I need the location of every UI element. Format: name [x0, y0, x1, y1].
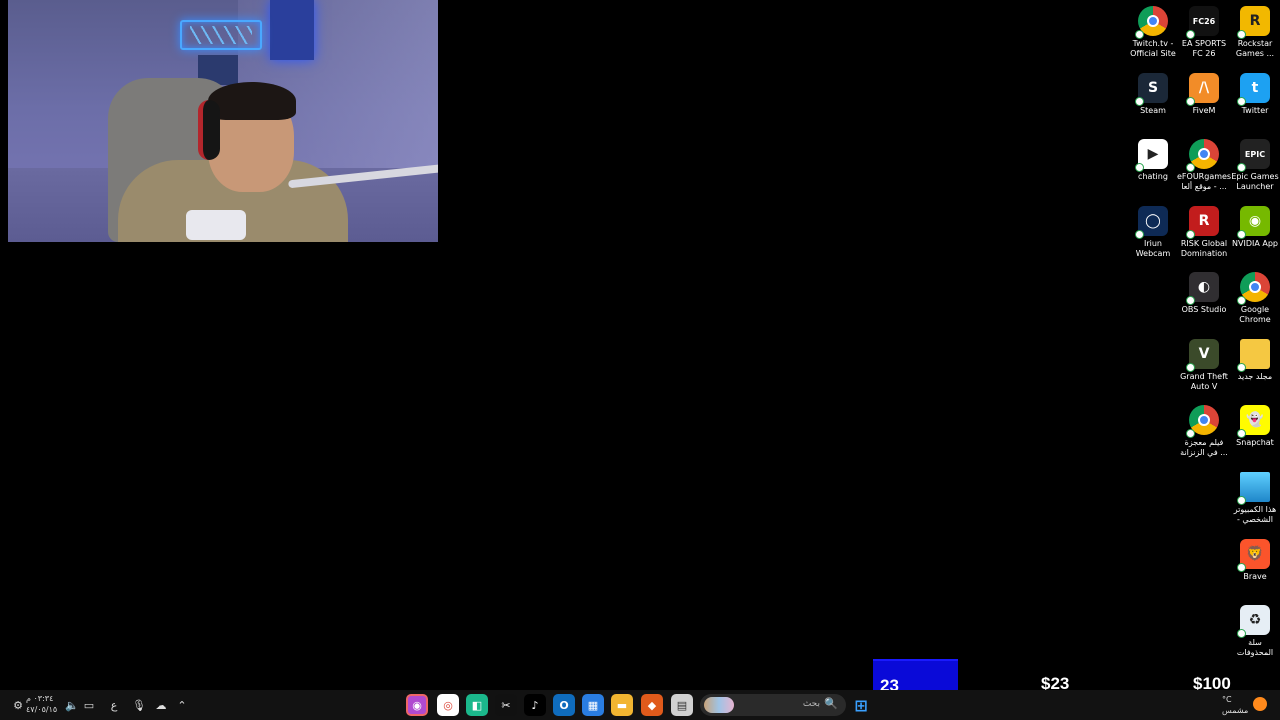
desktop-icon-label: eFOURgames موقع ألعا - ... — [1177, 172, 1232, 191]
weather-text: مشمس — [1222, 706, 1249, 715]
desktop-icon-snapchat[interactable]: 👻 Snapchat — [1228, 405, 1280, 448]
desktop-icon-label: Snapchat — [1236, 438, 1274, 447]
desktop-icon-label: فيلم معجزة في الزنزانة ... — [1180, 438, 1228, 457]
search-icon: 🔍 — [824, 697, 838, 710]
desktop-icon-iriun[interactable]: ◯ Iriun Webcam — [1126, 206, 1180, 259]
steam-icon: S — [1135, 73, 1168, 106]
desktop-icon-thispc[interactable]: هذا الكمبيوتر - الشخصي — [1228, 472, 1280, 525]
discord-taskbar-icon[interactable]: ◉ — [406, 694, 428, 716]
search-box[interactable]: بحث 🔍 — [700, 694, 846, 716]
gta-icon: V — [1186, 339, 1219, 372]
folder-icon — [1237, 339, 1270, 372]
weather-widget[interactable]: °C مشمس — [1222, 694, 1248, 716]
monitor-icon — [1237, 472, 1270, 505]
desktop-icon-newfolder[interactable]: مجلد جديد — [1228, 339, 1280, 382]
desktop-icon-risk[interactable]: R RISK Global Domination — [1177, 206, 1231, 259]
microphone-icon[interactable]: 🎙 — [129, 695, 149, 715]
desktop-icon-label: Twitch.tv - Official Site — [1130, 39, 1176, 58]
desktop-icon-rockstar[interactable]: R Rockstar Games ... — [1228, 6, 1280, 59]
clock-time: ٠٣:٣٤ م — [26, 694, 54, 703]
desktop-icon-label: Grand Theft Auto V — [1180, 372, 1228, 391]
store-taskbar-icon[interactable]: ▦ — [582, 694, 604, 716]
neon-sign — [180, 20, 262, 50]
desktop-icon-nvidia[interactable]: ◉ NVIDIA App — [1228, 206, 1280, 249]
desktop-icon-label: مجلد جديد — [1237, 372, 1273, 381]
capcut-taskbar-icon[interactable]: ✂ — [495, 694, 517, 716]
app-taskbar-icon[interactable]: ◧ — [466, 694, 488, 716]
recycle-bin-icon: ♻ — [1237, 605, 1270, 638]
desktop-icons: Twitch.tv - Official Site FC26 EA SPORTS F… — [1120, 0, 1280, 670]
desktop-icon-label: Rockstar Games ... — [1235, 39, 1275, 58]
outlook-taskbar-icon[interactable]: O — [553, 694, 575, 716]
desktop-icon-steam[interactable]: S Steam — [1126, 73, 1180, 116]
desktop-icon-label: سلة المحذوفات — [1236, 638, 1274, 657]
tiktok-taskbar-icon[interactable]: ♪ — [524, 694, 546, 716]
taskbar: ⚙ ٠٣:٣٤ م ٤٧/٠٥/١٥ 🔈 ▭ ع 🎙 ☁ ⌃ ◉ ◎ ◧ ✂ ♪… — [0, 690, 1280, 720]
desktop-icon-film[interactable]: فيلم معجزة في الزنزانة ... — [1177, 405, 1231, 458]
language-indicator[interactable]: ع — [104, 695, 124, 715]
fc26-icon: FC26 — [1186, 6, 1219, 39]
taskview-taskbar-icon[interactable]: ▤ — [671, 694, 693, 716]
desktop-icon-fivem[interactable]: /\ FiveM — [1177, 73, 1231, 116]
desktop-icon-label: NVIDIA App — [1232, 239, 1278, 248]
desktop-icon-label: chating — [1138, 172, 1168, 181]
obs-icon: ◐ — [1186, 272, 1219, 305]
webcam-overlay — [8, 0, 438, 242]
chrome-shortcut-icon — [1135, 6, 1168, 39]
desktop-icon-label: RISK Global Domination — [1180, 239, 1228, 258]
desktop-icon-fc26[interactable]: FC26 EA SPORTS FC 26 — [1177, 6, 1231, 59]
start-button[interactable]: ⊞ — [850, 694, 872, 716]
desktop-icon-chrome[interactable]: Google Chrome — [1228, 272, 1280, 325]
desktop-icon-label: OBS Studio — [1181, 305, 1227, 314]
desktop-icon-label: Epic Games Launcher — [1231, 172, 1279, 191]
notification-icon[interactable]: ▭ — [79, 695, 99, 715]
desktop-icon-label: Iriun Webcam — [1135, 239, 1171, 258]
desktop-icon-label: Brave — [1243, 572, 1267, 581]
desktop-icon-gta[interactable]: V Grand Theft Auto V — [1177, 339, 1231, 392]
chevron-up-icon[interactable]: ⌃ — [172, 695, 192, 715]
search-highlight-icon — [704, 697, 734, 713]
desktop-icon-label: Twitter — [1241, 106, 1269, 115]
desktop-icon-obs[interactable]: ◐ OBS Studio — [1177, 272, 1231, 315]
fivem-icon: /\ — [1186, 73, 1219, 106]
onedrive-icon[interactable]: ☁ — [151, 695, 171, 715]
twitter-icon: t — [1237, 73, 1270, 106]
desktop-icon-epic[interactable]: EPIC Epic Games Launcher — [1228, 139, 1280, 192]
desktop-icon-label: Google Chrome — [1239, 305, 1271, 324]
wall-banner — [270, 0, 314, 60]
chrome-icon — [1237, 272, 1270, 305]
weather-temp: °C — [1222, 695, 1232, 704]
desktop-icon-label: FiveM — [1192, 106, 1216, 115]
explorer-taskbar-icon[interactable]: ▬ — [611, 694, 633, 716]
clock[interactable]: ٠٣:٣٤ م ٤٧/٠٥/١٥ — [26, 693, 57, 715]
desktop-icon-label: EA SPORTS FC 26 — [1181, 39, 1227, 58]
chrome-shortcut-icon — [1186, 139, 1219, 172]
chrome-shortcut-icon — [1186, 405, 1219, 438]
desktop-icon-recycle[interactable]: ♻ سلة المحذوفات — [1228, 605, 1280, 658]
desktop-icon-efour[interactable]: eFOURgames موقع ألعا - ... — [1177, 139, 1231, 192]
desktop-icon-twitch[interactable]: Twitch.tv - Official Site — [1126, 6, 1180, 59]
brave-taskbar-icon[interactable]: ◆ — [641, 694, 663, 716]
desktop-icon-label: Steam — [1140, 106, 1166, 115]
chrome-taskbar-icon[interactable]: ◎ — [437, 694, 459, 716]
snapchat-icon: 👻 — [1237, 405, 1270, 438]
sun-icon — [1253, 697, 1267, 711]
settings-tray-icon[interactable]: ⚙ — [8, 695, 28, 715]
desktop-icon-twitter[interactable]: t Twitter — [1228, 73, 1280, 116]
desktop-icon-chating[interactable]: ▶ chating — [1126, 139, 1180, 182]
headset — [198, 100, 220, 160]
rockstar-icon: R — [1237, 6, 1270, 39]
desktop-icon-brave[interactable]: 🦁 Brave — [1228, 539, 1280, 582]
epic-games-icon: EPIC — [1237, 139, 1270, 172]
microphone — [186, 210, 246, 240]
nvidia-icon: ◉ — [1237, 206, 1270, 239]
iriun-webcam-icon: ◯ — [1135, 206, 1168, 239]
brave-icon: 🦁 — [1237, 539, 1270, 572]
desktop-icon-label: هذا الكمبيوتر - الشخصي — [1233, 505, 1277, 524]
search-placeholder: بحث — [802, 699, 820, 709]
chating-icon: ▶ — [1135, 139, 1168, 172]
clock-date: ٤٧/٠٥/١٥ — [26, 705, 58, 714]
risk-icon: R — [1186, 206, 1219, 239]
